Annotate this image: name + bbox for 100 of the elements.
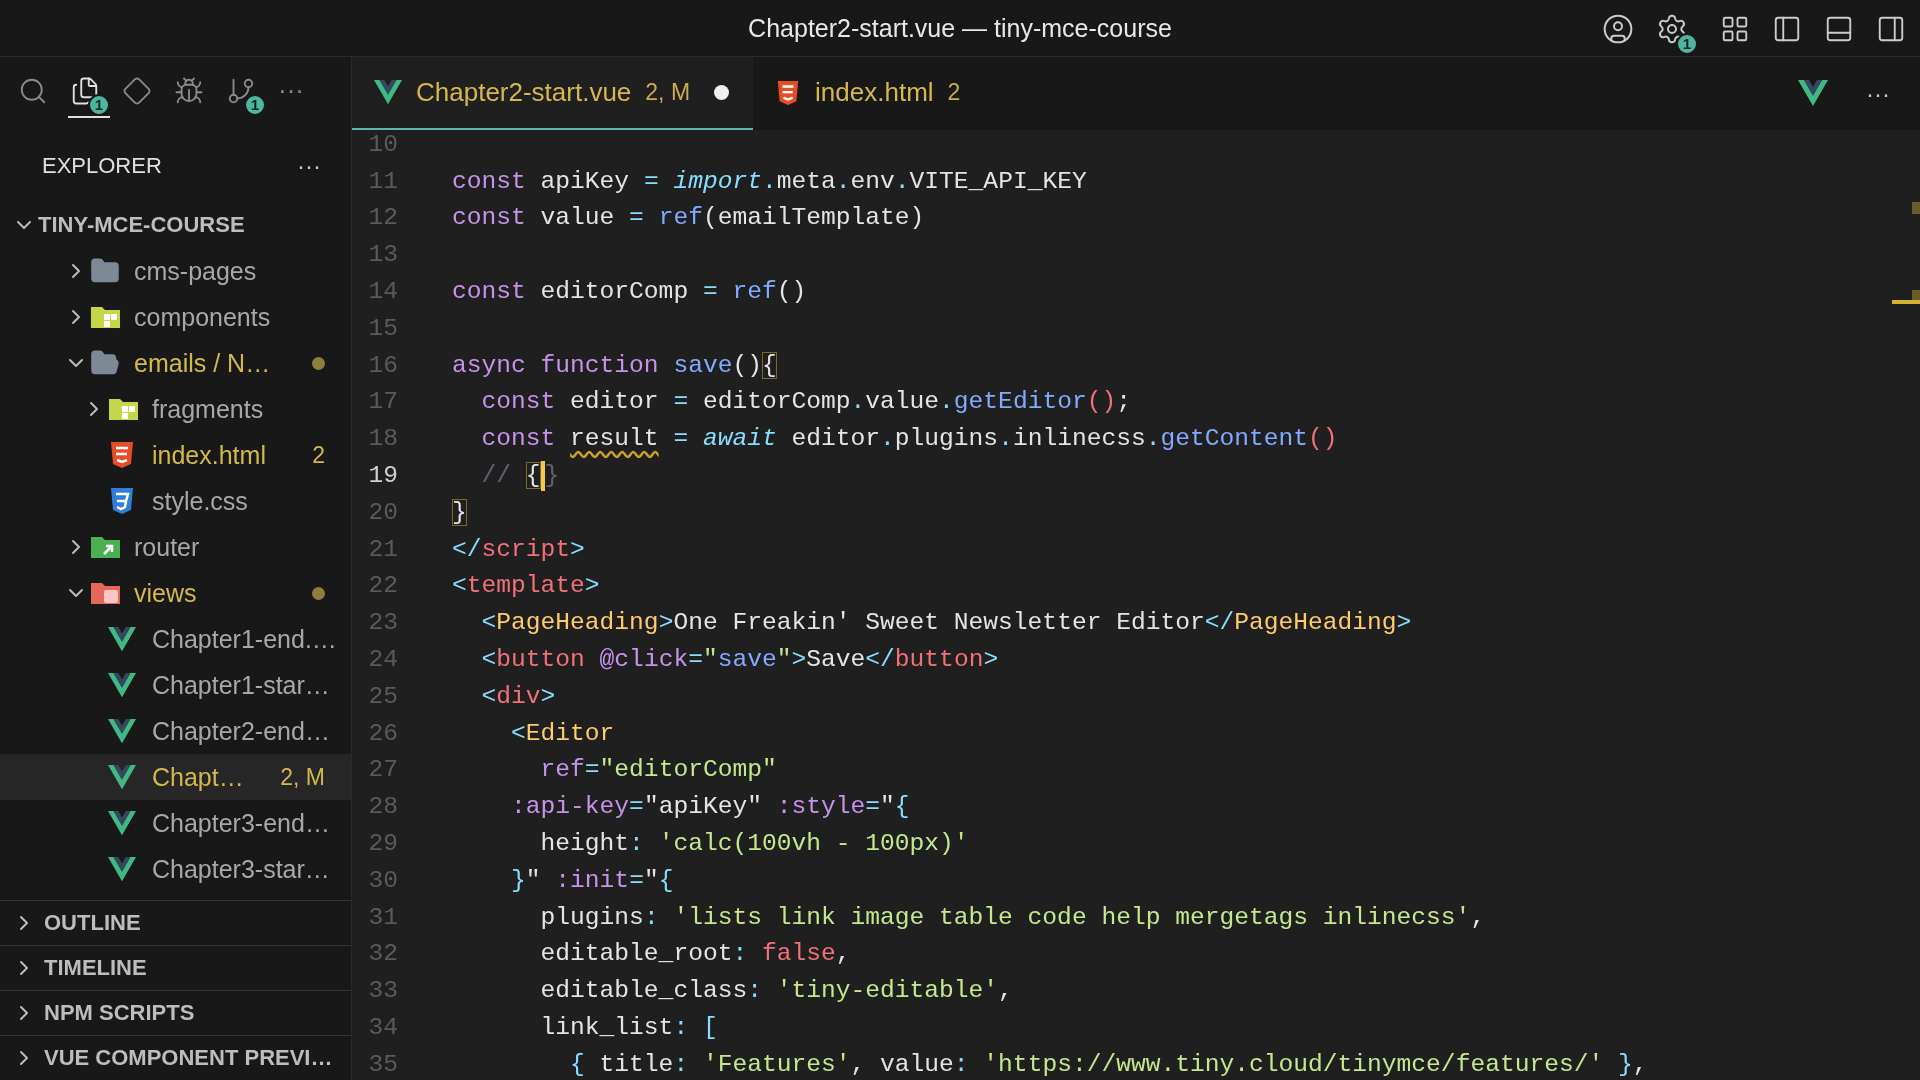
vue-icon — [108, 856, 136, 882]
views-folder-icon — [90, 580, 122, 606]
code-token: 'https://www.tiny.cloud/tinymce/features/' — [982, 1050, 1604, 1078]
code-token: getContent — [1160, 425, 1309, 453]
problem-count: 2 — [312, 441, 325, 469]
code-token: > — [983, 646, 999, 674]
project-name: TINY-MCE-COURSE — [38, 212, 245, 238]
count-badge: 1 — [88, 93, 110, 116]
code-token: save — [672, 351, 733, 379]
line-number: 32 — [367, 940, 398, 968]
code-token: </ — [865, 646, 895, 674]
project-header[interactable]: TINY-MCE-COURSE — [0, 202, 351, 248]
code-token: One Freakin' Sweet Newsletter Editor — [673, 609, 1205, 637]
file-row[interactable]: Chapter2-end… — [0, 708, 351, 754]
css-icon — [108, 487, 136, 515]
file-row[interactable]: Chapt… 2, M — [0, 754, 351, 800]
file-name: Chapter1-end.… — [152, 624, 337, 654]
vue-icon — [108, 626, 136, 652]
line-number: 12 — [367, 204, 398, 232]
code-token: "apiKey" — [643, 793, 762, 821]
code-token: apiKey — [539, 167, 631, 195]
code-token: script — [481, 535, 571, 563]
file-name: router — [134, 532, 200, 562]
code-token: div — [496, 682, 541, 710]
code-token: PageHeading — [1234, 609, 1397, 637]
code-token: > — [1396, 609, 1412, 637]
cursor-ruler-mark — [1892, 300, 1920, 304]
code-token: import — [672, 167, 762, 195]
code-token: = — [672, 425, 689, 453]
file-name: components — [134, 302, 271, 332]
line-number: 30 — [367, 866, 398, 894]
folder-row[interactable]: emails / N… — [0, 340, 351, 386]
line-number: 23 — [367, 609, 398, 637]
more-button[interactable]: ··· — [297, 152, 321, 180]
vue-icon — [108, 764, 136, 790]
code-token: , — [998, 977, 1013, 1005]
code-token: = — [629, 204, 644, 232]
account-icon[interactable] — [1602, 12, 1634, 45]
components-folder-icon — [108, 396, 140, 422]
file-row[interactable]: Chapter1-end.… — [0, 616, 351, 662]
code-token: (emailTemplate) — [702, 204, 925, 232]
folder-row[interactable]: views — [0, 570, 351, 616]
code-token: , — [1470, 903, 1486, 931]
file-name: cms-pages — [134, 256, 257, 286]
file-name: Chapt… — [152, 762, 244, 792]
code-token: 'tiny-editable' — [775, 977, 999, 1005]
code-token: ref — [657, 204, 703, 232]
file-name: Chapter3-star… — [152, 854, 330, 884]
code-token: @click — [598, 646, 689, 674]
file-row[interactable]: Chapter1-star… — [0, 662, 351, 708]
code-token: editorComp — [539, 278, 690, 306]
code-token: < — [480, 609, 497, 637]
code-token: . — [939, 388, 954, 416]
code-token: " — [643, 866, 659, 894]
file-name: views — [134, 578, 197, 608]
code-token: . — [850, 388, 866, 416]
code-token: { — [761, 351, 777, 379]
file-row[interactable]: Chapter3-end… — [0, 800, 351, 846]
code-token: . — [835, 167, 851, 195]
file-row[interactable]: Chapter3-star… — [0, 846, 351, 892]
activity-button[interactable]: 1 — [224, 69, 266, 118]
file-row[interactable]: style.css — [0, 478, 351, 524]
line-number: 10 — [367, 130, 398, 158]
code-token: [ — [701, 1014, 718, 1041]
line-number: 29 — [367, 830, 398, 858]
code-token: () — [1086, 388, 1117, 416]
code-token: save — [717, 646, 777, 674]
code-token: { — [658, 866, 674, 894]
code-token: < — [510, 719, 526, 747]
editor-tab[interactable]: Chapter2-start.vue 2, M — [352, 57, 754, 130]
folder-row[interactable]: fragments — [0, 386, 351, 432]
code-token: . — [1145, 425, 1161, 453]
code-token: = — [702, 278, 718, 306]
section-header[interactable]: VUE COMPONENT PREVI… — [0, 1035, 351, 1080]
code-token: : — [953, 1050, 969, 1078]
code-token: editable_class — [539, 977, 748, 1005]
section-header[interactable]: NPM SCRIPTS — [0, 990, 351, 1035]
section-header[interactable]: OUTLINE — [0, 900, 351, 945]
file-row[interactable]: index.html 2 — [0, 432, 351, 478]
code-token: ref — [539, 756, 585, 784]
code-token: { — [569, 1050, 585, 1078]
vue-icon — [374, 80, 402, 105]
file-name: style.css — [152, 486, 248, 516]
code-token: () — [1308, 425, 1338, 453]
code-token: ref — [731, 278, 777, 306]
folder-row[interactable]: router — [0, 524, 351, 570]
more-button[interactable]: ··· — [1866, 79, 1890, 108]
folder-row[interactable]: cms-pages — [0, 248, 351, 294]
code-token: } — [1616, 1050, 1633, 1078]
code-token: , — [835, 940, 851, 968]
problem-count: 2, M — [280, 763, 325, 791]
code-token: result — [570, 425, 659, 453]
activity-button[interactable]: 1 — [68, 69, 110, 118]
more-button[interactable]: ··· — [276, 69, 314, 118]
section-header[interactable]: TIMELINE — [0, 945, 351, 990]
code-token: value — [539, 204, 616, 232]
tab-status: 2, M — [645, 79, 691, 106]
code-token: editor — [790, 425, 881, 453]
folder-row[interactable]: components — [0, 294, 351, 340]
code-token: = — [629, 866, 644, 894]
